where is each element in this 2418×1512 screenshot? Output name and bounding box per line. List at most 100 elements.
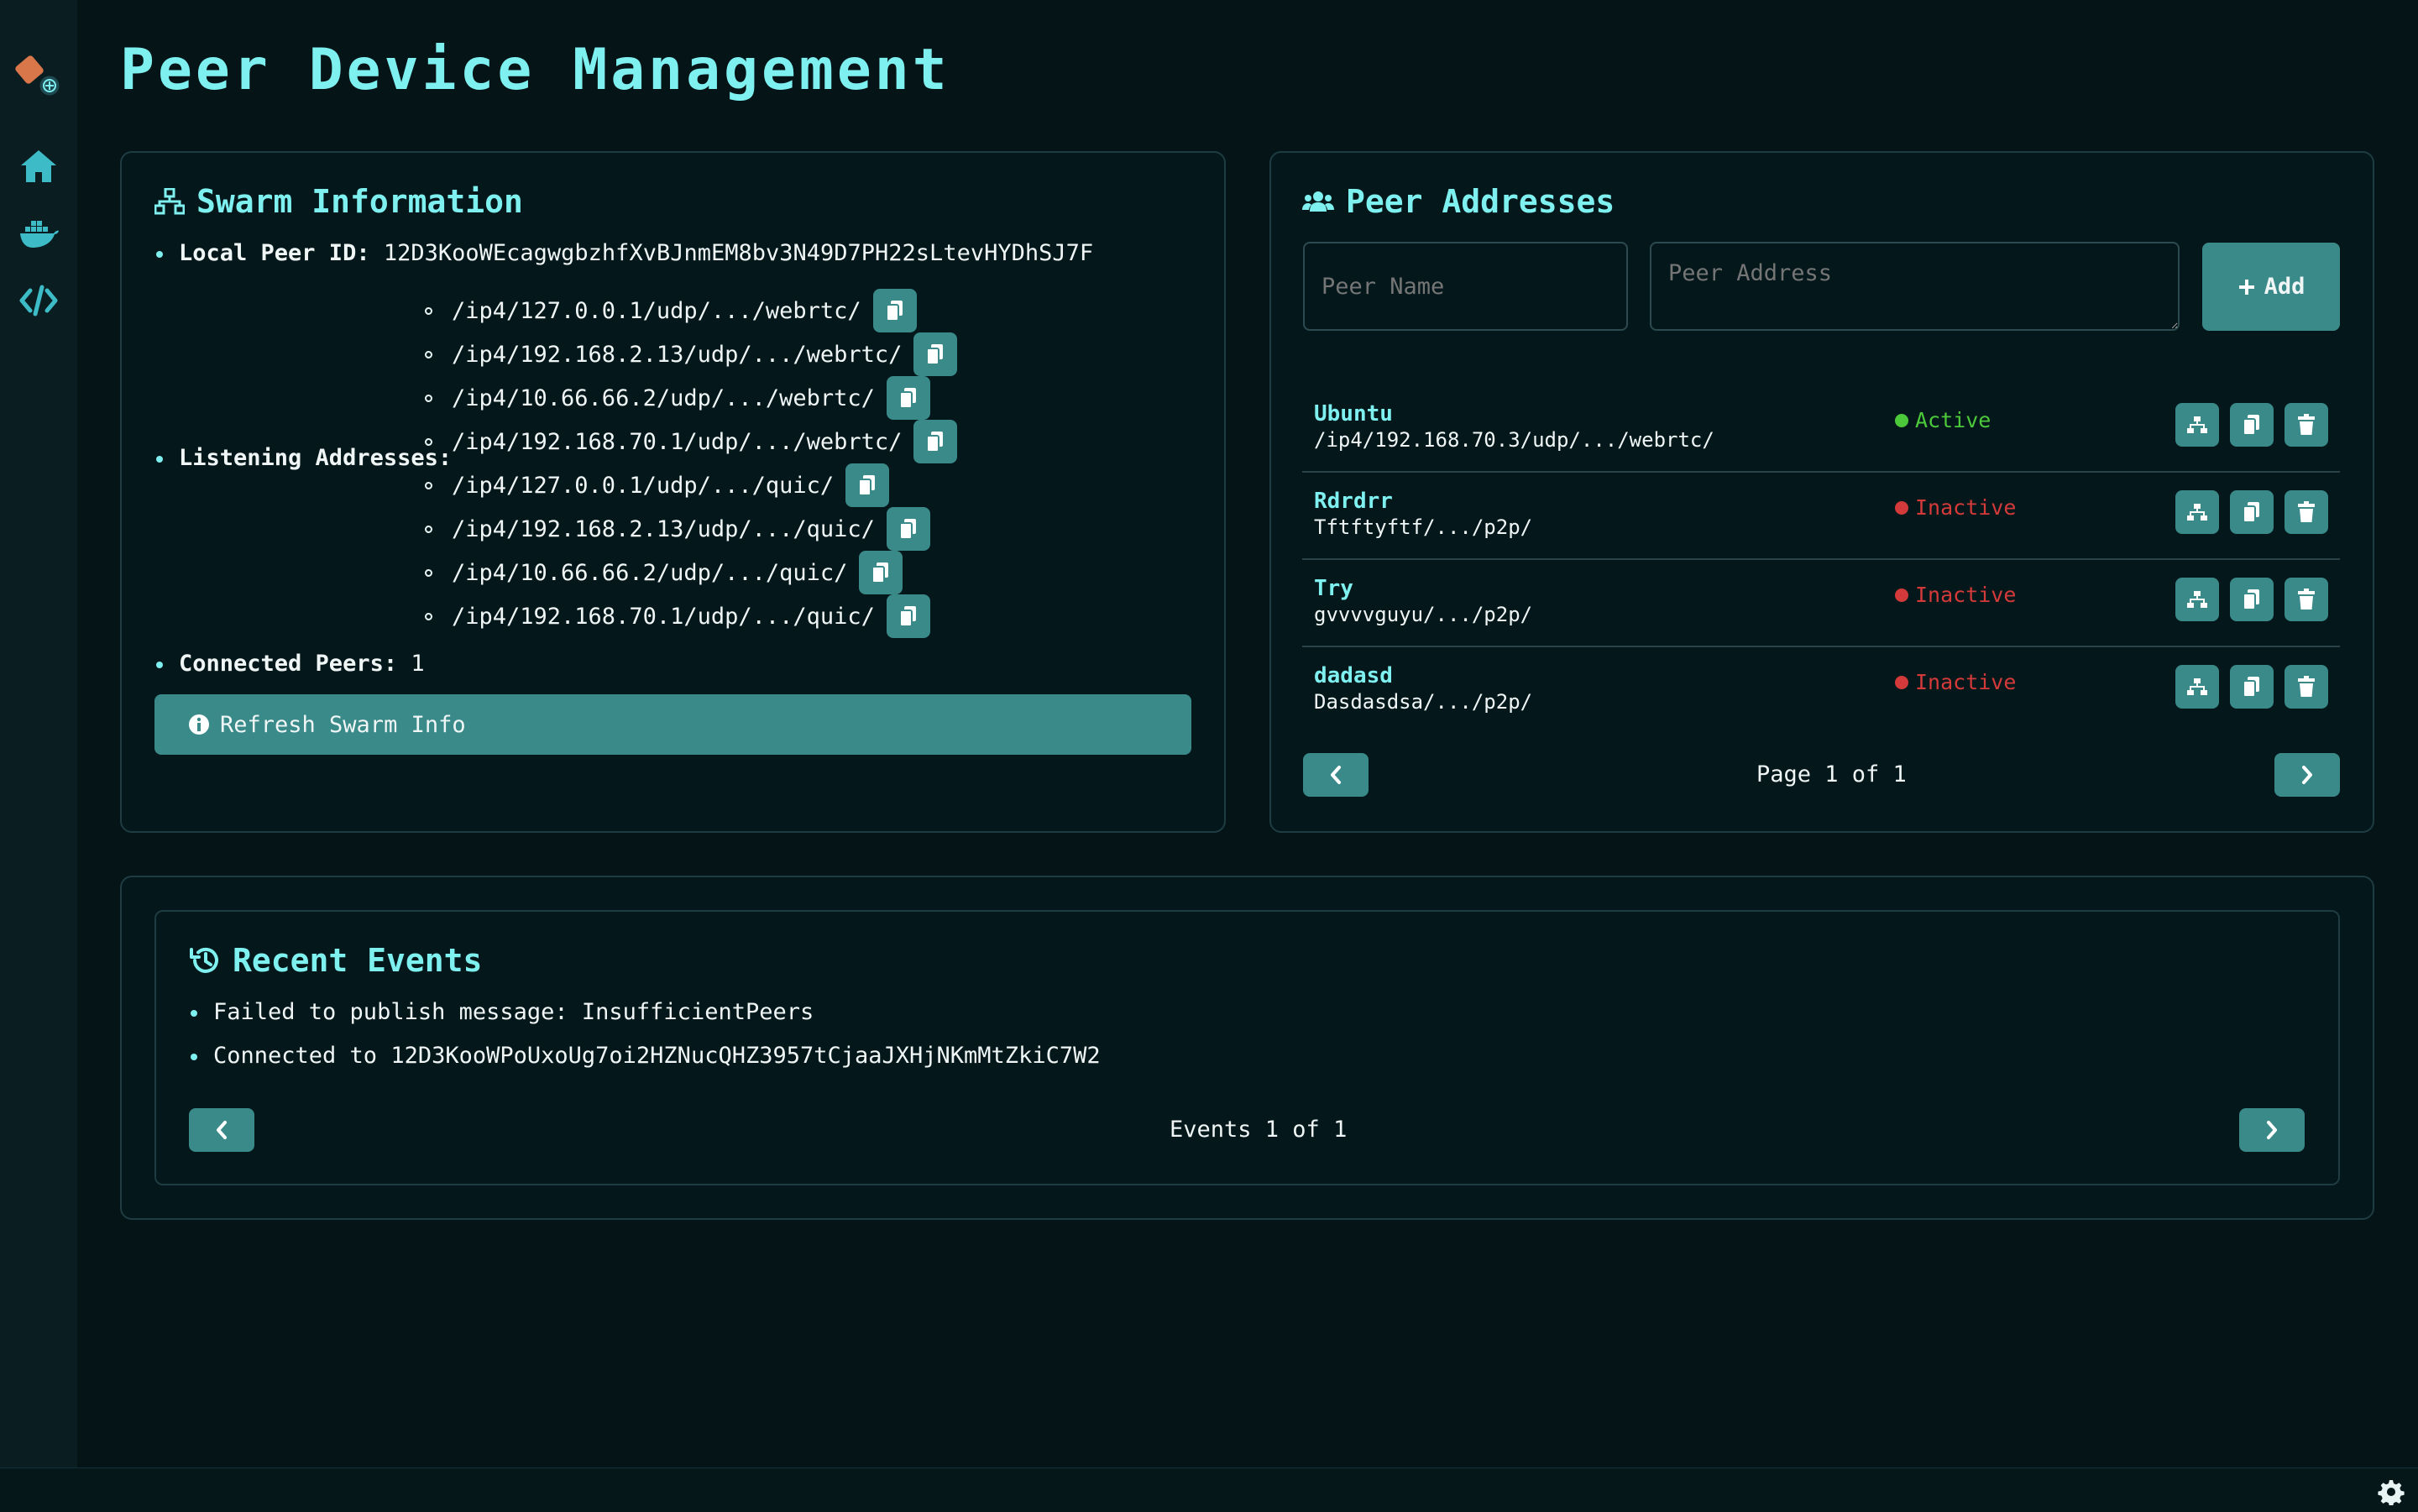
copy-icon (885, 301, 903, 322)
listening-address-row: /ip4/192.168.70.1/udp/.../quic/ (452, 594, 930, 638)
refresh-swarm-label: Refresh Swarm Info (220, 711, 466, 738)
copy-address-button[interactable] (886, 376, 930, 420)
sidebar-item-docker[interactable] (18, 213, 59, 254)
peers-prev-page-button[interactable] (1303, 753, 1369, 797)
listening-address: /ip4/192.168.70.1/udp/.../quic/ (452, 603, 875, 630)
chevron-right-icon (2267, 1121, 2277, 1139)
connect-peer-button[interactable] (2175, 665, 2219, 709)
home-icon (21, 150, 56, 182)
delete-peer-button[interactable] (2285, 578, 2328, 621)
copy-icon (898, 388, 916, 409)
peer-address: Dasdasdsa/.../p2p/ (1314, 690, 1533, 714)
listening-address-row: /ip4/127.0.0.1/udp/.../quic/ (452, 463, 890, 507)
peers-page-indicator: Page 1 of 1 (1756, 761, 1907, 787)
add-peer-button[interactable]: Add (2202, 243, 2340, 331)
listening-address-row: /ip4/10.66.66.2/udp/.../quic/ (452, 551, 903, 594)
listening-address: /ip4/192.168.2.13/udp/.../webrtc/ (452, 341, 903, 368)
copy-peer-button[interactable] (2230, 490, 2274, 534)
events-next-page-button[interactable] (2239, 1108, 2305, 1152)
copy-icon (858, 475, 876, 496)
connected-peers-count: 1 (411, 651, 425, 677)
network-icon (2187, 678, 2207, 695)
app-logo (13, 49, 64, 99)
trash-icon (2298, 414, 2315, 435)
peer-row: dadasd Dasdasdsa/.../p2p/ Inactive (1302, 646, 2340, 734)
copy-peer-button[interactable] (2230, 403, 2274, 447)
listening-address-row: /ip4/10.66.66.2/udp/.../webrtc/ (452, 376, 930, 420)
listening-address: /ip4/127.0.0.1/udp/.../quic/ (452, 472, 835, 499)
copy-address-button[interactable] (913, 332, 958, 376)
sidebar (0, 0, 77, 1468)
copy-address-button[interactable] (886, 594, 930, 638)
status-badge: Inactive (1895, 670, 2016, 694)
copy-icon (898, 519, 916, 540)
copy-icon (2243, 677, 2259, 698)
copy-icon (898, 606, 916, 627)
peer-address: Tftftyftf/.../p2p/ (1314, 515, 1533, 539)
trash-icon (2298, 589, 2315, 610)
listening-address: /ip4/192.168.70.1/udp/.../webrtc/ (452, 428, 903, 455)
refresh-swarm-button[interactable]: Refresh Swarm Info (154, 694, 1191, 755)
copy-icon (2243, 415, 2259, 436)
peer-address-input[interactable] (1650, 242, 2180, 331)
network-icon (154, 188, 185, 215)
delete-peer-button[interactable] (2285, 490, 2328, 534)
peer-address: gvvvvguyu/.../p2p/ (1314, 603, 1533, 626)
copy-peer-button[interactable] (2230, 665, 2274, 709)
listening-address-row: /ip4/192.168.2.13/udp/.../quic/ (452, 507, 930, 551)
local-peer-id-label: Local Peer ID: (179, 240, 370, 266)
peer-address: /ip4/192.168.70.3/udp/.../webrtc/ (1314, 428, 1714, 452)
listening-addresses-label: Listening Addresses: (179, 445, 453, 471)
event-item: Connected to 12D3KooWPoUxoUg7oi2HZNucQHZ… (213, 1043, 1101, 1069)
chevron-left-icon (217, 1121, 227, 1139)
copy-peer-button[interactable] (2230, 578, 2274, 621)
listening-address: /ip4/127.0.0.1/udp/.../webrtc/ (452, 297, 861, 324)
listening-address: /ip4/10.66.66.2/udp/.../quic/ (452, 559, 848, 586)
connect-peer-button[interactable] (2175, 403, 2219, 447)
add-peer-label: Add (2264, 274, 2305, 300)
copy-address-button[interactable] (859, 551, 903, 594)
peers-next-page-button[interactable] (2274, 753, 2340, 797)
peer-row: Rdrdrr Tftftyftf/.../p2p/ Inactive (1302, 472, 2340, 559)
events-title: Recent Events (189, 942, 482, 979)
gear-icon[interactable] (2378, 1478, 2405, 1505)
status-badge: Active (1895, 408, 1991, 432)
events-prev-page-button[interactable] (189, 1108, 254, 1152)
chevron-right-icon (2302, 766, 2312, 784)
copy-address-button[interactable] (913, 420, 958, 463)
sidebar-item-code[interactable] (18, 280, 59, 321)
listening-address-row: /ip4/192.168.2.13/udp/.../webrtc/ (452, 332, 958, 376)
peer-name: dadasd (1314, 663, 1393, 688)
copy-address-button[interactable] (886, 507, 930, 551)
status-bar (0, 1468, 2418, 1512)
peer-name-input[interactable] (1303, 242, 1628, 331)
copy-icon (871, 562, 889, 583)
connected-peers-label: Connected Peers: (179, 651, 398, 677)
sidebar-item-home[interactable] (18, 146, 59, 186)
status-badge: Inactive (1895, 583, 2016, 607)
delete-peer-button[interactable] (2285, 665, 2328, 709)
delete-peer-button[interactable] (2285, 403, 2328, 447)
listening-address: /ip4/192.168.2.13/udp/.../quic/ (452, 515, 875, 542)
page-title: Peer Device Management (120, 37, 950, 103)
trash-icon (2298, 501, 2315, 522)
copy-address-button[interactable] (845, 463, 890, 507)
copy-icon (926, 344, 944, 365)
history-icon (190, 947, 218, 973)
event-item: Failed to publish message: InsufficientP… (213, 999, 814, 1025)
network-icon (2187, 416, 2207, 433)
docker-icon (20, 221, 59, 248)
plus-icon (2238, 279, 2254, 295)
listening-address-row: /ip4/192.168.70.1/udp/.../webrtc/ (452, 420, 958, 463)
connect-peer-button[interactable] (2175, 578, 2219, 621)
trash-icon (2298, 676, 2315, 697)
listening-address-row: /ip4/127.0.0.1/udp/.../webrtc/ (452, 289, 917, 332)
peer-name: Rdrdrr (1314, 489, 1393, 514)
copy-address-button[interactable] (872, 289, 917, 332)
connect-peer-button[interactable] (2175, 490, 2219, 534)
peer-row: Ubuntu /ip4/192.168.70.3/udp/.../webrtc/… (1302, 385, 2340, 472)
peer-row: Try gvvvvguyu/.../p2p/ Inactive (1302, 559, 2340, 646)
swarm-info-title: Swarm Information (154, 183, 523, 220)
local-peer-id-value: 12D3KooWEcagwgbzhfXvBJnmEM8bv3N49D7PH22s… (383, 240, 1094, 266)
copy-icon (2243, 589, 2259, 610)
